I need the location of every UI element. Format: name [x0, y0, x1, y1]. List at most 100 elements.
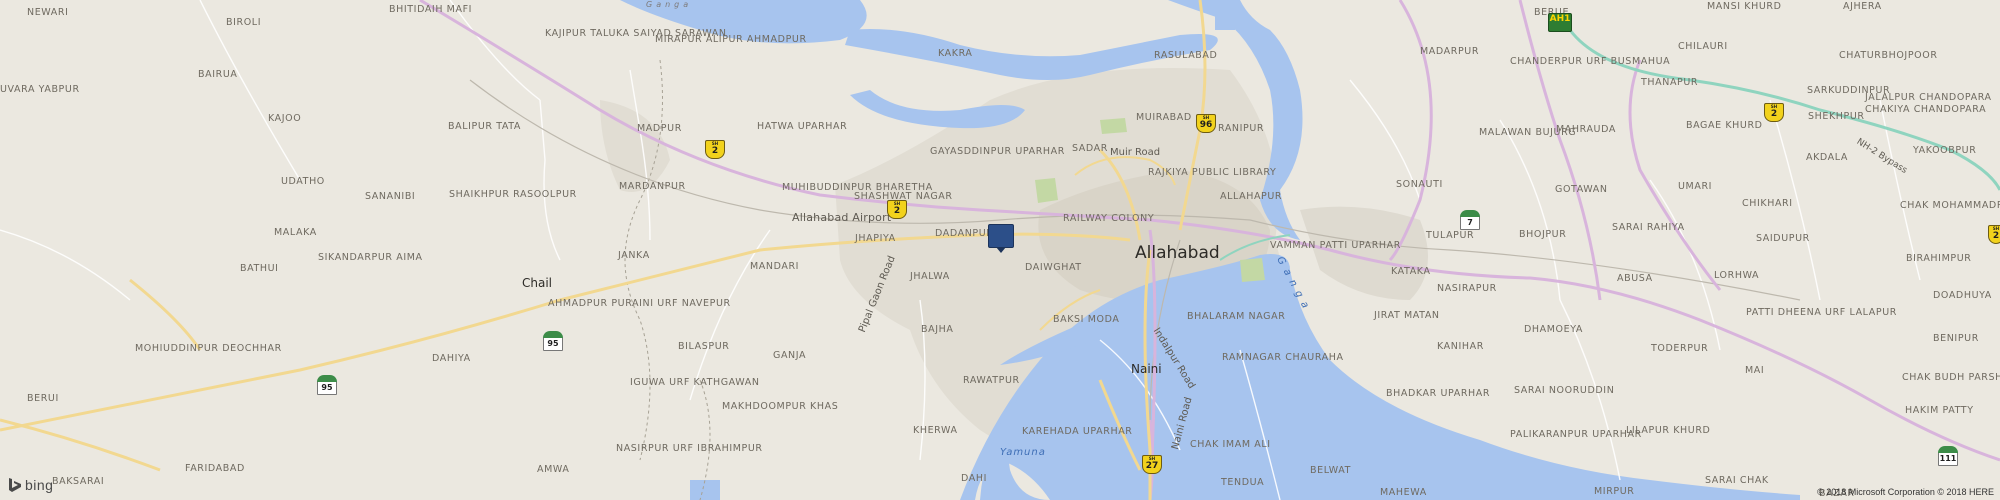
locality-label: TODERPUR [1651, 343, 1709, 354]
locality-label: TULAPUR [1426, 230, 1475, 241]
locality-label: NASIRPUR URF IBRAHIMPUR [616, 443, 763, 454]
locality-label: SHEKHPUR [1808, 111, 1865, 122]
road-label: Muir Road [1110, 147, 1161, 158]
locality-label: SARAI CHAK [1705, 475, 1769, 486]
locality-label: NEWARI [27, 7, 69, 18]
locality-label: NASIRAPUR [1437, 283, 1497, 294]
locality-label: RANIPUR [1218, 123, 1265, 134]
river-label-yamuna: Yamuna [1000, 447, 1046, 458]
state-highway-shield: SH 2 [1764, 103, 1784, 122]
locality-label: BALIPUR TATA [448, 121, 522, 132]
locality-label: SAIDUPUR [1756, 233, 1810, 244]
locality-label: RAJKIYA PUBLIC LIBRARY [1148, 167, 1276, 178]
locality-label: LORHWA [1714, 270, 1760, 281]
locality-label: BHALARAM NAGAR [1187, 311, 1286, 322]
locality-label: KAJOO [268, 113, 302, 124]
locality-label: MIRPUR [1594, 486, 1635, 497]
locality-label: JHALWA [910, 271, 950, 282]
locality-label: MALAWAN BUJURG [1479, 127, 1577, 138]
locality-label: BAKSI MODA [1053, 314, 1120, 325]
national-highway-shield: 95 [317, 375, 337, 395]
locality-label: DHAMOEYA [1524, 324, 1583, 335]
locality-label: CHAK MOHAMMADPUR [1900, 200, 2000, 211]
national-highway-shield: 111 [1938, 446, 1958, 466]
locality-label: FARIDABAD [185, 463, 245, 474]
locality-label: PALIKARANPUR UPARHAR [1510, 429, 1642, 440]
locality-label: RASULABAD [1154, 50, 1218, 61]
locality-label: MIRAPUR ALIPUR AHMADPUR [655, 34, 807, 45]
locality-label: SONAUTI [1396, 179, 1443, 190]
locality-label: MADPUR [637, 123, 682, 134]
locality-label: MAKHDOOMPUR KHAS [722, 401, 839, 412]
locality-label: KATAKA [1391, 266, 1431, 277]
national-highway-shield: 7 [1460, 210, 1480, 230]
locality-label: KHERWA [913, 425, 958, 436]
locality-label: DAIWGHAT [1025, 262, 1082, 273]
locality-label: BAJHA [921, 324, 954, 335]
locality-label: SADAR [1072, 143, 1108, 154]
locality-label: ABUSA [1617, 273, 1653, 284]
locality-label: CHANDERPUR URF BUSMAHUA [1510, 56, 1671, 67]
locality-label: RAWATPUR [963, 375, 1020, 386]
locality-label: TENDUA [1221, 477, 1265, 488]
bing-wordmark: bing [25, 477, 54, 493]
locality-label: CHAKIYA CHANDOPARA [1865, 104, 1987, 115]
airport-label[interactable]: Allahabad Airport [792, 212, 891, 223]
city-allahabad[interactable]: Allahabad [1135, 243, 1220, 263]
locality-label: LILAPUR KHURD [1626, 425, 1711, 436]
locality-label: GOTAWAN [1555, 184, 1608, 195]
locality-label: AKDALA [1806, 152, 1848, 163]
locality-label: YAKOOBPUR [1913, 145, 1977, 156]
state-highway-shield: SH 2 [705, 140, 725, 159]
locality-label: BATHUI [240, 263, 279, 274]
locality-label: SANANIBI [365, 191, 416, 202]
locality-label: DADANPUR [935, 228, 994, 239]
locality-label: KANIHAR [1437, 341, 1484, 352]
river-label-ganga-north: Ganga [646, 0, 693, 9]
locality-label: UDATHO [281, 176, 325, 187]
locality-label: MARDANPUR [619, 181, 686, 192]
locality-label: BAKSARAI [52, 476, 105, 487]
state-highway-shield: SH 27 [1142, 455, 1162, 474]
map-copyright: © 2018 Microsoft Corporation © 2018 HERE [1817, 487, 1994, 497]
locality-label: CHILAURI [1678, 41, 1728, 52]
town-chail[interactable]: Chail [522, 276, 552, 290]
locality-label: RAMNAGAR CHAURAHA [1222, 352, 1344, 363]
locality-label: CHAK IMAM ALI [1190, 439, 1271, 450]
locality-label: KAREHADA UPARHAR [1022, 426, 1133, 437]
national-highway-shield: 95 [543, 331, 563, 351]
locality-label: HAKIM PATTY [1905, 405, 1974, 416]
locality-label: RAILWAY COLONY [1063, 213, 1155, 224]
locality-label: BAGAE KHURD [1686, 120, 1763, 131]
locality-label: MAI [1745, 365, 1765, 376]
location-pin-marker[interactable] [988, 224, 1014, 253]
map-canvas[interactable]: Allahabad Chail Naini NEWARI BIROLI BHIT… [0, 0, 2000, 500]
state-highway-shield: SH 96 [1196, 114, 1216, 133]
bing-icon [9, 478, 21, 492]
locality-label: UVARA YABPUR [0, 84, 80, 95]
locality-label: MANDARI [750, 261, 800, 272]
town-naini[interactable]: Naini [1131, 362, 1162, 376]
locality-label: SARAI NOORUDDIN [1514, 385, 1615, 396]
locality-label: BILASPUR [678, 341, 730, 352]
locality-label: BELWAT [1310, 465, 1351, 476]
bing-logo[interactable]: bing [8, 477, 53, 493]
locality-label: BAIRUA [198, 69, 238, 80]
locality-label: MANSI KHURD [1707, 1, 1782, 12]
locality-label: ALLAHAPUR [1220, 191, 1283, 202]
locality-label: GANJA [773, 350, 807, 361]
locality-label: DAHI [961, 473, 987, 484]
locality-label: JALALPUR CHANDOPARA [1865, 92, 1992, 103]
locality-label: KAKRA [938, 48, 973, 59]
locality-label: JANKA [618, 250, 650, 261]
locality-label: MALAKA [274, 227, 317, 238]
locality-label: UMARI [1678, 181, 1713, 192]
state-highway-shield: SH 2 [1988, 225, 2000, 244]
locality-label: AHMADPUR PURAINI URF NAVEPUR [548, 298, 731, 309]
locality-label: JHAPIYA [855, 233, 896, 244]
locality-label: AJHERA [1843, 1, 1882, 12]
locality-label: IGUWA URF KATHGAWAN [630, 377, 760, 388]
locality-label: DOADHUYA [1933, 290, 1992, 301]
locality-label: MADARPUR [1420, 46, 1480, 57]
asian-highway-shield: AH1 [1548, 13, 1572, 32]
